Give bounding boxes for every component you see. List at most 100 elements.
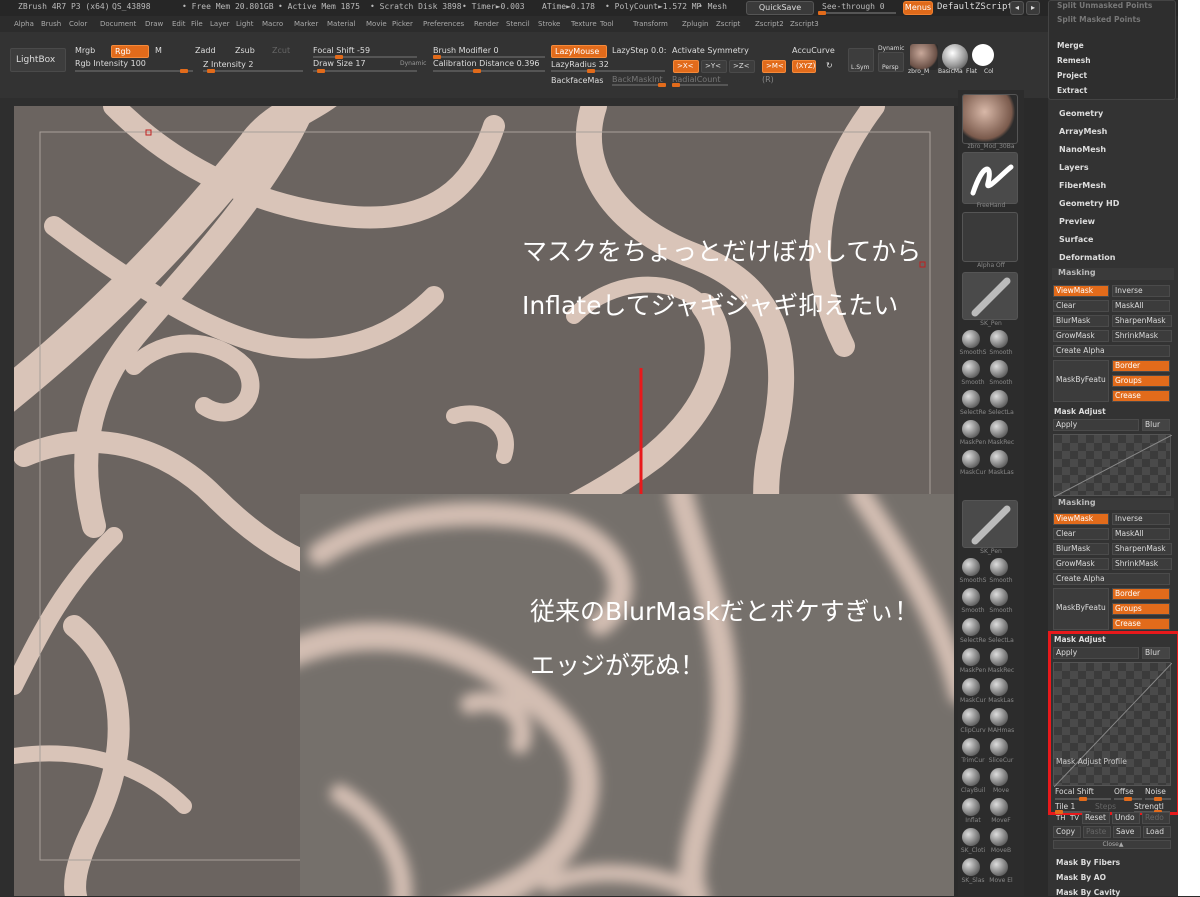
menu-movie[interactable]: Movie: [366, 20, 387, 28]
symmetry-z-button[interactable]: >Z<: [729, 60, 755, 73]
brush-thumb[interactable]: [962, 94, 1018, 144]
shrinkmask-button-2[interactable]: ShrinkMask: [1112, 558, 1172, 570]
brush-maskrec-icon[interactable]: [990, 648, 1008, 666]
popup-item-merge[interactable]: Merge: [1057, 41, 1084, 50]
masking-header-2[interactable]: Masking: [1052, 498, 1174, 510]
apply-button-2[interactable]: Apply: [1053, 647, 1139, 659]
subpalette-deformation[interactable]: Deformation: [1059, 253, 1115, 262]
groups-button-2[interactable]: Groups: [1112, 603, 1170, 615]
backmask-int-track[interactable]: [612, 83, 666, 87]
menu-file[interactable]: File: [191, 20, 203, 28]
crease-button-1[interactable]: Crease: [1112, 390, 1170, 402]
basic-material-thumb[interactable]: [942, 44, 968, 70]
mask-curve-1[interactable]: [1053, 434, 1173, 498]
color-swatch[interactable]: [972, 44, 994, 66]
brush-maskrec-icon[interactable]: [990, 420, 1008, 438]
clear-button-2[interactable]: Clear: [1053, 528, 1109, 540]
radial-r-button[interactable]: (R): [762, 75, 774, 84]
brush-mahmas-icon[interactable]: [990, 708, 1008, 726]
focal-shift-track-mask[interactable]: [1055, 797, 1111, 801]
menu-edit[interactable]: Edit: [172, 20, 186, 28]
maskall-button-2[interactable]: MaskAll: [1112, 528, 1170, 540]
brush-smooth-icon[interactable]: [962, 588, 980, 606]
brush-smooth-icon[interactable]: [990, 558, 1008, 576]
menu-stroke[interactable]: Stroke: [538, 20, 560, 28]
inverse-button-1[interactable]: Inverse: [1112, 285, 1170, 297]
brush-maskpen-icon[interactable]: [962, 648, 980, 666]
popup-item-extract[interactable]: Extract: [1057, 86, 1087, 95]
menu-tool[interactable]: Tool: [600, 20, 614, 28]
blur-slider-2[interactable]: Blur: [1142, 647, 1170, 659]
mask-adjust-header-1[interactable]: Mask Adjust: [1054, 407, 1106, 416]
sharpenmask-button-2[interactable]: SharpenMask: [1112, 543, 1172, 555]
brush-maskcur-icon[interactable]: [962, 450, 980, 468]
crease-button-2[interactable]: Crease: [1112, 618, 1170, 630]
border-button-1[interactable]: Border: [1112, 360, 1170, 372]
subpalette-nanomesh[interactable]: NanoMesh: [1059, 145, 1106, 154]
rgb-button[interactable]: Rgb: [111, 45, 149, 58]
menu-render[interactable]: Render: [474, 20, 499, 28]
z-intensity-track[interactable]: [203, 69, 303, 73]
menu-material[interactable]: Material: [327, 20, 355, 28]
brush-trimcur-icon[interactable]: [962, 738, 980, 756]
brush-slicecur-icon[interactable]: [990, 738, 1008, 756]
popup-item-split-unmasked-points[interactable]: Split Unmasked Points: [1057, 1, 1152, 10]
symmetry-m-button[interactable]: >M<: [762, 60, 786, 73]
redo-button[interactable]: Redo: [1142, 812, 1170, 824]
brush-moveb-icon[interactable]: [990, 828, 1008, 846]
mask-by-ao-button[interactable]: Mask By AO: [1056, 873, 1106, 882]
backmask-int-slider[interactable]: BackMaskInt: [612, 75, 663, 84]
menus-button[interactable]: Menus: [903, 1, 933, 15]
offset-slider[interactable]: Offse: [1114, 787, 1134, 796]
menu-zscript[interactable]: Zscript: [716, 20, 740, 28]
menu-picker[interactable]: Picker: [392, 20, 413, 28]
mask-by-fibers-button[interactable]: Mask By Fibers: [1056, 858, 1120, 867]
brush-modifier-track[interactable]: [433, 55, 545, 59]
brush-selectla-icon[interactable]: [990, 618, 1008, 636]
material-thumb[interactable]: [910, 44, 938, 70]
backface-mask-button[interactable]: BackfaceMas: [551, 76, 603, 85]
sk-pen-thumb-2[interactable]: [962, 500, 1018, 548]
dynamic-button[interactable]: Dynamic: [400, 60, 426, 67]
lazymouse-button[interactable]: LazyMouse: [551, 45, 607, 58]
load-button[interactable]: Load: [1143, 826, 1171, 838]
paste-button[interactable]: Paste: [1083, 826, 1111, 838]
subpalette-layers[interactable]: Layers: [1059, 163, 1089, 172]
menu-marker[interactable]: Marker: [294, 20, 318, 28]
menu-layer[interactable]: Layer: [210, 20, 230, 28]
mask-adjust-profile-curve[interactable]: Mask Adjust Profile: [1053, 662, 1173, 788]
brush-sk-cloti-icon[interactable]: [962, 828, 980, 846]
sharpenmask-button-1[interactable]: SharpenMask: [1112, 315, 1172, 327]
script-name[interactable]: DefaultZScript: [937, 2, 1013, 12]
brush-sk-slas-icon[interactable]: [962, 858, 980, 876]
popup-item-split-masked-points[interactable]: Split Masked Points: [1057, 15, 1141, 24]
symmetry-x-button[interactable]: >X<: [673, 60, 699, 73]
subpalette-surface[interactable]: Surface: [1059, 235, 1093, 244]
calibration-slider[interactable]: Calibration Distance 0.396: [433, 59, 540, 68]
brush-inflat-icon[interactable]: [962, 798, 980, 816]
growmask-button-2[interactable]: GrowMask: [1053, 558, 1109, 570]
symmetry-y-button[interactable]: >Y<: [701, 60, 727, 73]
lightbox-button[interactable]: LightBox: [10, 48, 66, 72]
brush-smooth-icon[interactable]: [990, 588, 1008, 606]
brush-smooth-icon[interactable]: [990, 360, 1008, 378]
m-button[interactable]: M: [155, 46, 162, 55]
th-button[interactable]: TH: [1056, 814, 1066, 822]
menu-transform[interactable]: Transform: [633, 20, 668, 28]
subpalette-fibermesh[interactable]: FiberMesh: [1059, 181, 1106, 190]
brush-move-icon[interactable]: [990, 768, 1008, 786]
prev-icon[interactable]: ◂: [1010, 1, 1024, 15]
brush-maskcur-icon[interactable]: [962, 678, 980, 696]
brush-selectre-icon[interactable]: [962, 390, 980, 408]
brush-movef-icon[interactable]: [990, 798, 1008, 816]
radial-count-track[interactable]: [672, 83, 728, 87]
viewmask-button-2[interactable]: ViewMask: [1053, 513, 1109, 525]
menu-macro[interactable]: Macro: [262, 20, 283, 28]
copy-button[interactable]: Copy: [1053, 826, 1081, 838]
growmask-button-1[interactable]: GrowMask: [1053, 330, 1109, 342]
focal-shift-slider[interactable]: Focal Shift -59: [313, 46, 370, 55]
maskall-button-1[interactable]: MaskAll: [1112, 300, 1170, 312]
viewmask-button-1[interactable]: ViewMask: [1053, 285, 1109, 297]
brush-smooths-icon[interactable]: [962, 330, 980, 348]
steps-slider[interactable]: Steps: [1095, 802, 1116, 811]
